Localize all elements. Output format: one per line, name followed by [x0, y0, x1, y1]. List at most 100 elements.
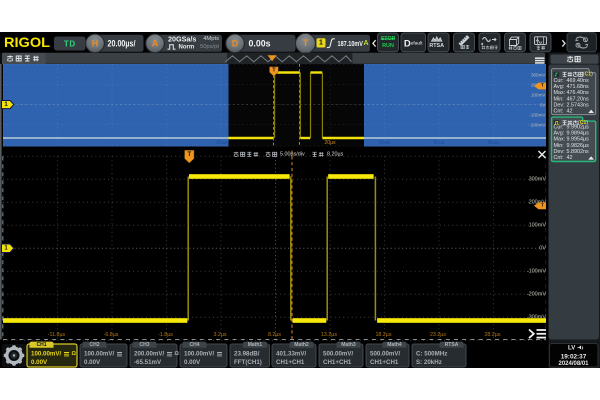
svg-text:Avg:: Avg:: [554, 131, 565, 137]
svg-text:8.2µs: 8.2µs: [268, 332, 281, 338]
svg-text:100.00mV/: 100.00mV/: [31, 351, 62, 358]
svg-text:T: T: [541, 83, 544, 89]
svg-text:Min:: Min:: [554, 143, 564, 149]
svg-text:-11.8µs: -11.8µs: [48, 332, 66, 338]
svg-text:0.00V: 0.00V: [84, 359, 101, 366]
svg-text:20GSa/s: 20GSa/s: [168, 35, 196, 44]
svg-text:5.8902ns: 5.8902ns: [567, 149, 589, 155]
svg-text:Dev:: Dev:: [554, 102, 565, 108]
svg-text:20.00µs/: 20.00µs/: [108, 38, 136, 48]
svg-text:RTSA: RTSA: [445, 342, 459, 348]
svg-text:A: A: [364, 40, 369, 47]
svg-text:0.00V: 0.00V: [184, 359, 201, 366]
svg-text:RIGOL: RIGOL: [4, 35, 50, 50]
svg-text:2.5743ns: 2.5743ns: [567, 102, 589, 108]
svg-text:500.00mV/: 500.00mV/: [370, 351, 401, 358]
svg-text:Math4: Math4: [387, 342, 402, 348]
svg-text:Ω: Ω: [72, 351, 77, 357]
svg-text:-20µs: -20µs: [215, 140, 228, 146]
svg-text:471.68ns: 471.68ns: [567, 84, 589, 90]
svg-text:300mV: 300mV: [531, 73, 546, 78]
svg-text:13.2µs: 13.2µs: [321, 332, 337, 338]
svg-text:CH3: CH3: [139, 342, 149, 348]
svg-text:100.00mV/: 100.00mV/: [84, 351, 115, 358]
svg-text:80µs: 80µs: [488, 140, 499, 146]
svg-text:0V: 0V: [540, 103, 547, 108]
svg-text:9.9954µs: 9.9954µs: [567, 137, 590, 143]
svg-text:2024/08/01: 2024/08/01: [558, 361, 589, 367]
svg-text:RUN: RUN: [382, 43, 394, 49]
svg-text:T: T: [187, 152, 191, 158]
svg-text:42: 42: [567, 155, 573, 161]
svg-text:9.9826µs: 9.9826µs: [567, 143, 590, 149]
svg-text:40µs: 40µs: [379, 140, 390, 146]
svg-text:Math1: Math1: [248, 342, 263, 348]
svg-text:60µs: 60µs: [434, 140, 445, 146]
svg-text:Cnt:: Cnt:: [554, 109, 564, 115]
svg-text:TD: TD: [64, 39, 76, 48]
svg-text:23.2µs: 23.2µs: [430, 332, 446, 338]
svg-text:CH1: CH1: [36, 342, 46, 348]
svg-text:0.00V: 0.00V: [31, 359, 48, 366]
svg-text:FFT(CH1): FFT(CH1): [234, 359, 262, 366]
svg-text:Norm: Norm: [179, 44, 195, 50]
svg-text:-200mV: -200mV: [529, 123, 546, 128]
svg-text:Cur:: Cur:: [554, 125, 564, 131]
svg-text:Cnt:: Cnt:: [554, 155, 564, 161]
svg-text:42: 42: [567, 109, 573, 115]
svg-text:23.98dB/: 23.98dB/: [234, 351, 260, 358]
svg-text:Max:: Max:: [554, 137, 566, 143]
svg-text:0.00s: 0.00s: [249, 38, 271, 48]
svg-text:CH1+CH1: CH1+CH1: [323, 359, 352, 366]
svg-text:-100mV: -100mV: [529, 113, 546, 118]
svg-text:Cur:: Cur:: [554, 78, 564, 84]
svg-text:476.40ns: 476.40ns: [567, 90, 589, 96]
svg-text:20µs: 20µs: [325, 140, 336, 146]
svg-text:-65.51mV: -65.51mV: [134, 359, 162, 366]
svg-text:9.9902µs: 9.9902µs: [567, 125, 590, 131]
svg-text:100.00mV/: 100.00mV/: [184, 351, 215, 358]
svg-text:S: 20kHz: S: 20kHz: [416, 359, 442, 366]
svg-text:0V: 0V: [539, 245, 546, 251]
svg-text:-100mV: -100mV: [527, 268, 547, 274]
svg-text:(C1): (C1): [583, 72, 593, 78]
svg-text:CH2: CH2: [89, 342, 99, 348]
svg-text:3.2µs: 3.2µs: [213, 332, 226, 338]
svg-text:500.00mV/: 500.00mV/: [323, 351, 354, 358]
svg-text:T: T: [541, 203, 544, 209]
svg-text:4Mpts: 4Mpts: [203, 36, 219, 42]
svg-text:100mV: 100mV: [531, 93, 546, 98]
svg-text:469.40ns: 469.40ns: [567, 78, 589, 84]
svg-text:28.2µs: 28.2µs: [484, 332, 500, 338]
svg-text:9.9894µs: 9.9894µs: [567, 131, 590, 137]
svg-text:8.20µs: 8.20µs: [327, 152, 344, 158]
svg-text:CH1+CH1: CH1+CH1: [276, 359, 305, 366]
svg-text:-6.8µs: -6.8µs: [104, 332, 119, 338]
svg-text:Math3: Math3: [341, 342, 356, 348]
svg-text:19:02:37: 19:02:37: [561, 353, 587, 360]
svg-text:Math2: Math2: [294, 342, 309, 348]
svg-text:H: H: [92, 39, 99, 49]
svg-text:RTSA: RTSA: [429, 43, 444, 49]
svg-text:Dev:: Dev:: [554, 149, 565, 155]
svg-text:401.33mV/: 401.33mV/: [276, 351, 307, 358]
svg-text:CH4: CH4: [189, 342, 199, 348]
svg-text:18.2µs: 18.2µs: [375, 332, 391, 338]
svg-text:200.00mV/: 200.00mV/: [134, 351, 165, 358]
svg-text:Ω: Ω: [175, 351, 180, 357]
svg-text:A: A: [152, 39, 159, 49]
svg-text:D: D: [232, 39, 239, 49]
svg-text:-200mV: -200mV: [527, 291, 547, 297]
svg-text:1: 1: [319, 40, 323, 47]
svg-text:Avg:: Avg:: [554, 84, 565, 90]
svg-text:C: 500MHz: C: 500MHz: [416, 351, 447, 358]
svg-text:Max:: Max:: [554, 90, 566, 96]
svg-text:-1.8µs: -1.8µs: [158, 332, 173, 338]
svg-text:300mV: 300mV: [529, 176, 547, 182]
svg-text:100mV: 100mV: [529, 222, 547, 228]
svg-text:50ps/pt: 50ps/pt: [200, 44, 219, 50]
svg-text:187.10mV: 187.10mV: [338, 39, 364, 48]
svg-text:T: T: [303, 38, 309, 49]
svg-text:LV: LV: [568, 345, 575, 351]
svg-text:CH1+CH1: CH1+CH1: [370, 359, 399, 366]
